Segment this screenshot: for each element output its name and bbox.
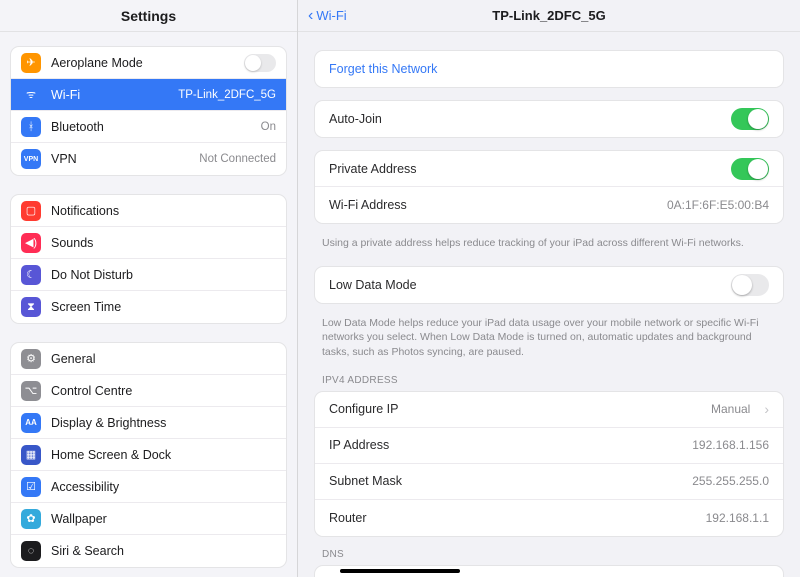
- sidebar-item-label: Display & Brightness: [51, 416, 276, 430]
- sidebar-item-label: Home Screen & Dock: [51, 448, 276, 462]
- sidebar-item-value: On: [261, 121, 276, 133]
- back-label: Wi-Fi: [316, 8, 346, 23]
- sidebar-item-label: Bluetooth: [51, 120, 251, 134]
- back-button[interactable]: ‹ Wi-Fi: [308, 8, 347, 24]
- sidebar-item-accessibility[interactable]: ☑ Accessibility: [11, 471, 286, 503]
- notifications-icon: ▢: [21, 201, 41, 221]
- wifi-icon: ᯤ: [21, 85, 41, 105]
- sidebar-item-label: Notifications: [51, 204, 276, 218]
- sidebar-item-general[interactable]: ⚙ General: [11, 343, 286, 375]
- sidebar-item-label: Control Centre: [51, 384, 276, 398]
- vpn-icon: VPN: [21, 149, 41, 169]
- general-icon: ⚙: [21, 349, 41, 369]
- home-indicator[interactable]: [340, 569, 460, 573]
- private-address-row: Private Address: [315, 151, 783, 187]
- private-address-toggle[interactable]: [731, 158, 769, 180]
- sidebar-group-general: ⚙ General ⌥ Control Centre AA Display & …: [10, 342, 287, 568]
- sidebar-group-connectivity: ✈ Aeroplane Mode ᯤ Wi-Fi TP-Link_2DFC_5G…: [10, 46, 287, 176]
- private-address-label: Private Address: [329, 162, 721, 176]
- siri-icon: ◌: [21, 541, 41, 561]
- airplane-toggle[interactable]: [244, 54, 276, 72]
- sidebar-item-bluetooth[interactable]: ᚼ Bluetooth On: [11, 111, 286, 143]
- subnet-label: Subnet Mask: [329, 474, 682, 488]
- router-row[interactable]: Router 192.168.1.1: [315, 500, 783, 536]
- sidebar-item-label: Siri & Search: [51, 544, 276, 558]
- sidebar-scroll[interactable]: ✈ Aeroplane Mode ᯤ Wi-Fi TP-Link_2DFC_5G…: [0, 32, 297, 577]
- homescreen-icon: ▦: [21, 445, 41, 465]
- subnet-value: 255.255.255.0: [692, 474, 769, 488]
- sidebar-item-airplane[interactable]: ✈ Aeroplane Mode: [11, 47, 286, 79]
- sidebar-item-wifi[interactable]: ᯤ Wi-Fi TP-Link_2DFC_5G: [11, 79, 286, 111]
- sidebar-item-display[interactable]: AA Display & Brightness: [11, 407, 286, 439]
- sidebar-item-label: VPN: [51, 152, 189, 166]
- router-value: 192.168.1.1: [706, 511, 769, 525]
- sidebar-item-label: Do Not Disturb: [51, 268, 276, 282]
- detail-title: TP-Link_2DFC_5G: [492, 8, 605, 23]
- accessibility-icon: ☑: [21, 477, 41, 497]
- settings-title: Settings: [121, 8, 176, 24]
- forget-group: Forget this Network: [314, 50, 784, 88]
- sidebar-item-label: Screen Time: [51, 300, 276, 314]
- lowdata-row: Low Data Mode: [315, 267, 783, 303]
- display-icon: AA: [21, 413, 41, 433]
- sidebar-item-dnd[interactable]: ☾ Do Not Disturb: [11, 259, 286, 291]
- ip-address-value: 192.168.1.156: [692, 438, 769, 452]
- ipv4-group: Configure IP Manual › IP Address 192.168…: [314, 391, 784, 537]
- sidebar-item-label: Accessibility: [51, 480, 276, 494]
- chevron-left-icon: ‹: [308, 8, 313, 24]
- detail-scroll[interactable]: Forget this Network Auto-Join Private Ad…: [298, 32, 800, 577]
- subnet-row[interactable]: Subnet Mask 255.255.255.0: [315, 464, 783, 500]
- lowdata-note: Low Data Mode helps reduce your iPad dat…: [322, 316, 776, 359]
- settings-header: Settings: [0, 0, 297, 32]
- bluetooth-icon: ᚼ: [21, 117, 41, 137]
- ipv4-section-label: IPV4 ADDRESS: [322, 375, 776, 386]
- detail-header: ‹ Wi-Fi TP-Link_2DFC_5G: [298, 0, 800, 32]
- autojoin-row: Auto-Join: [315, 101, 783, 137]
- router-label: Router: [329, 511, 696, 525]
- dnd-icon: ☾: [21, 265, 41, 285]
- dns-section-label: DNS: [322, 549, 776, 560]
- sidebar-item-siri[interactable]: ◌ Siri & Search: [11, 535, 286, 567]
- ip-address-label: IP Address: [329, 438, 682, 452]
- sidebar-item-label: General: [51, 352, 276, 366]
- screentime-icon: ⧗: [21, 297, 41, 317]
- sidebar-item-sounds[interactable]: ◀) Sounds: [11, 227, 286, 259]
- configure-ip-row[interactable]: Configure IP Manual ›: [315, 392, 783, 428]
- forget-network-button[interactable]: Forget this Network: [315, 51, 783, 87]
- sidebar-item-label: Sounds: [51, 236, 276, 250]
- private-address-note: Using a private address helps reduce tra…: [322, 236, 776, 250]
- wifi-address-label: Wi-Fi Address: [329, 198, 657, 212]
- sidebar-item-label: Wallpaper: [51, 512, 276, 526]
- sidebar-item-screentime[interactable]: ⧗ Screen Time: [11, 291, 286, 323]
- wifi-address-row: Wi-Fi Address 0A:1F:6F:E5:00:B4: [315, 187, 783, 223]
- autojoin-group: Auto-Join: [314, 100, 784, 138]
- controlcentre-icon: ⌥: [21, 381, 41, 401]
- lowdata-label: Low Data Mode: [329, 278, 721, 292]
- lowdata-toggle[interactable]: [731, 274, 769, 296]
- autojoin-toggle[interactable]: [731, 108, 769, 130]
- autojoin-label: Auto-Join: [329, 112, 721, 126]
- configure-ip-label: Configure IP: [329, 402, 701, 416]
- sidebar: Settings ✈ Aeroplane Mode ᯤ Wi-Fi TP-Lin…: [0, 0, 298, 577]
- airplane-icon: ✈: [21, 53, 41, 73]
- sidebar-item-controlcentre[interactable]: ⌥ Control Centre: [11, 375, 286, 407]
- detail-pane: ‹ Wi-Fi TP-Link_2DFC_5G Forget this Netw…: [298, 0, 800, 577]
- sounds-icon: ◀): [21, 233, 41, 253]
- wallpaper-icon: ✿: [21, 509, 41, 529]
- sidebar-item-value: Not Connected: [199, 153, 276, 165]
- sidebar-group-notifications: ▢ Notifications ◀) Sounds ☾ Do Not Distu…: [10, 194, 287, 324]
- ip-address-row[interactable]: IP Address 192.168.1.156: [315, 428, 783, 464]
- sidebar-item-homescreen[interactable]: ▦ Home Screen & Dock: [11, 439, 286, 471]
- private-address-group: Private Address Wi-Fi Address 0A:1F:6F:E…: [314, 150, 784, 224]
- sidebar-item-wallpaper[interactable]: ✿ Wallpaper: [11, 503, 286, 535]
- wifi-address-value: 0A:1F:6F:E5:00:B4: [667, 198, 769, 212]
- sidebar-item-vpn[interactable]: VPN VPN Not Connected: [11, 143, 286, 175]
- sidebar-item-label: Aeroplane Mode: [51, 56, 234, 70]
- lowdata-group: Low Data Mode: [314, 266, 784, 304]
- sidebar-item-value: TP-Link_2DFC_5G: [178, 89, 276, 101]
- configure-ip-value: Manual: [711, 402, 750, 416]
- chevron-right-icon: ›: [764, 401, 769, 417]
- sidebar-item-label: Wi-Fi: [51, 88, 168, 102]
- sidebar-item-notifications[interactable]: ▢ Notifications: [11, 195, 286, 227]
